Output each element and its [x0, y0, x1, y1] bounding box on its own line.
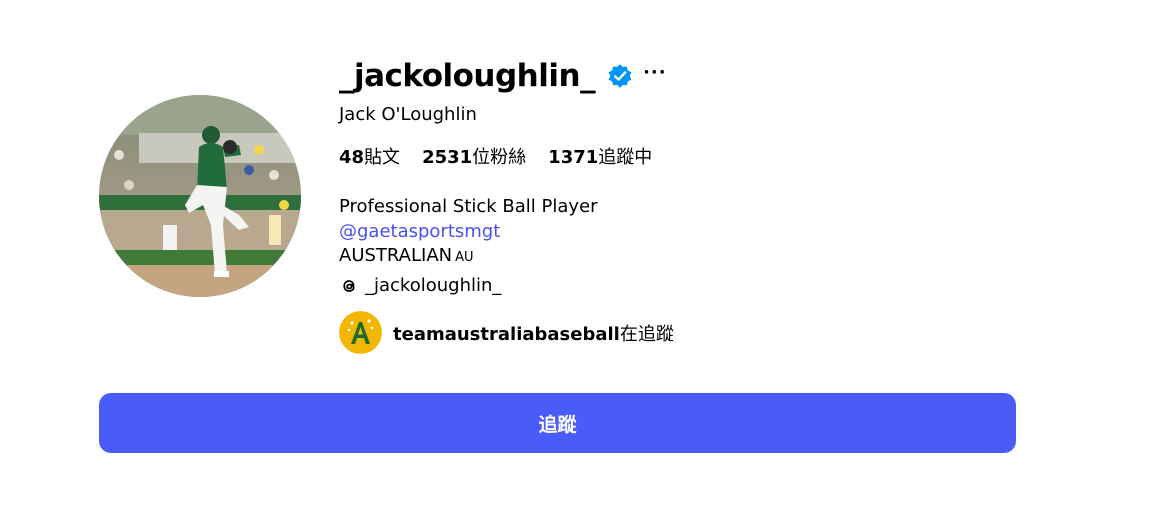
team-australia-logo-icon: [339, 311, 382, 354]
bio-country-text: AUSTRALIAN: [339, 245, 453, 266]
profile-header: _jackoloughlin_ ···: [339, 52, 1019, 100]
country-code: AU: [455, 250, 474, 265]
followers-stat[interactable]: 2531位粉絲: [422, 143, 526, 169]
followed-by-account: teamaustraliabaseball: [393, 323, 620, 345]
bio-line: Professional Stick Ball Player: [339, 196, 598, 217]
followed-by-text: teamaustraliabaseball在追蹤: [393, 320, 674, 346]
profile-info: _jackoloughlin_ ··· Jack O'Loughlin 48貼文…: [339, 52, 1019, 354]
threads-icon: [339, 276, 359, 296]
following-count: 1371: [548, 147, 599, 168]
posts-count: 48: [339, 147, 365, 168]
posts-stat[interactable]: 48貼文: [339, 143, 400, 169]
bio-country: AUSTRALIAN AU: [339, 244, 598, 271]
profile-stats: 48貼文 2531位粉絲 1371追蹤中: [339, 143, 674, 169]
avatar-photo: [99, 95, 301, 297]
posts-label: 貼文: [364, 147, 401, 168]
profile-username: _jackoloughlin_: [339, 58, 596, 94]
followers-count: 2531: [422, 147, 473, 168]
following-label: 追蹤中: [598, 147, 653, 168]
following-stat[interactable]: 1371追蹤中: [548, 143, 652, 169]
followed-by-suffix: 在追蹤: [619, 323, 674, 345]
threads-handle: _jackoloughlin_: [365, 274, 502, 296]
threads-link[interactable]: _jackoloughlin_: [339, 274, 598, 299]
follow-button[interactable]: 追蹤: [99, 393, 1016, 453]
bio-mention-link[interactable]: @gaetasportsmgt: [339, 220, 598, 245]
profile-full-name: Jack O'Loughlin: [339, 104, 477, 125]
profile-page: _jackoloughlin_ ··· Jack O'Loughlin 48貼文…: [0, 0, 1152, 506]
followed-by-row[interactable]: teamaustraliabaseball在追蹤: [339, 311, 674, 354]
profile-avatar[interactable]: [99, 95, 301, 297]
verified-badge-icon: [607, 63, 633, 89]
profile-bio: Professional Stick Ball Player @gaetaspo…: [339, 195, 598, 298]
followers-label: 位粉絲: [472, 147, 527, 168]
more-options-button[interactable]: ···: [643, 64, 667, 88]
